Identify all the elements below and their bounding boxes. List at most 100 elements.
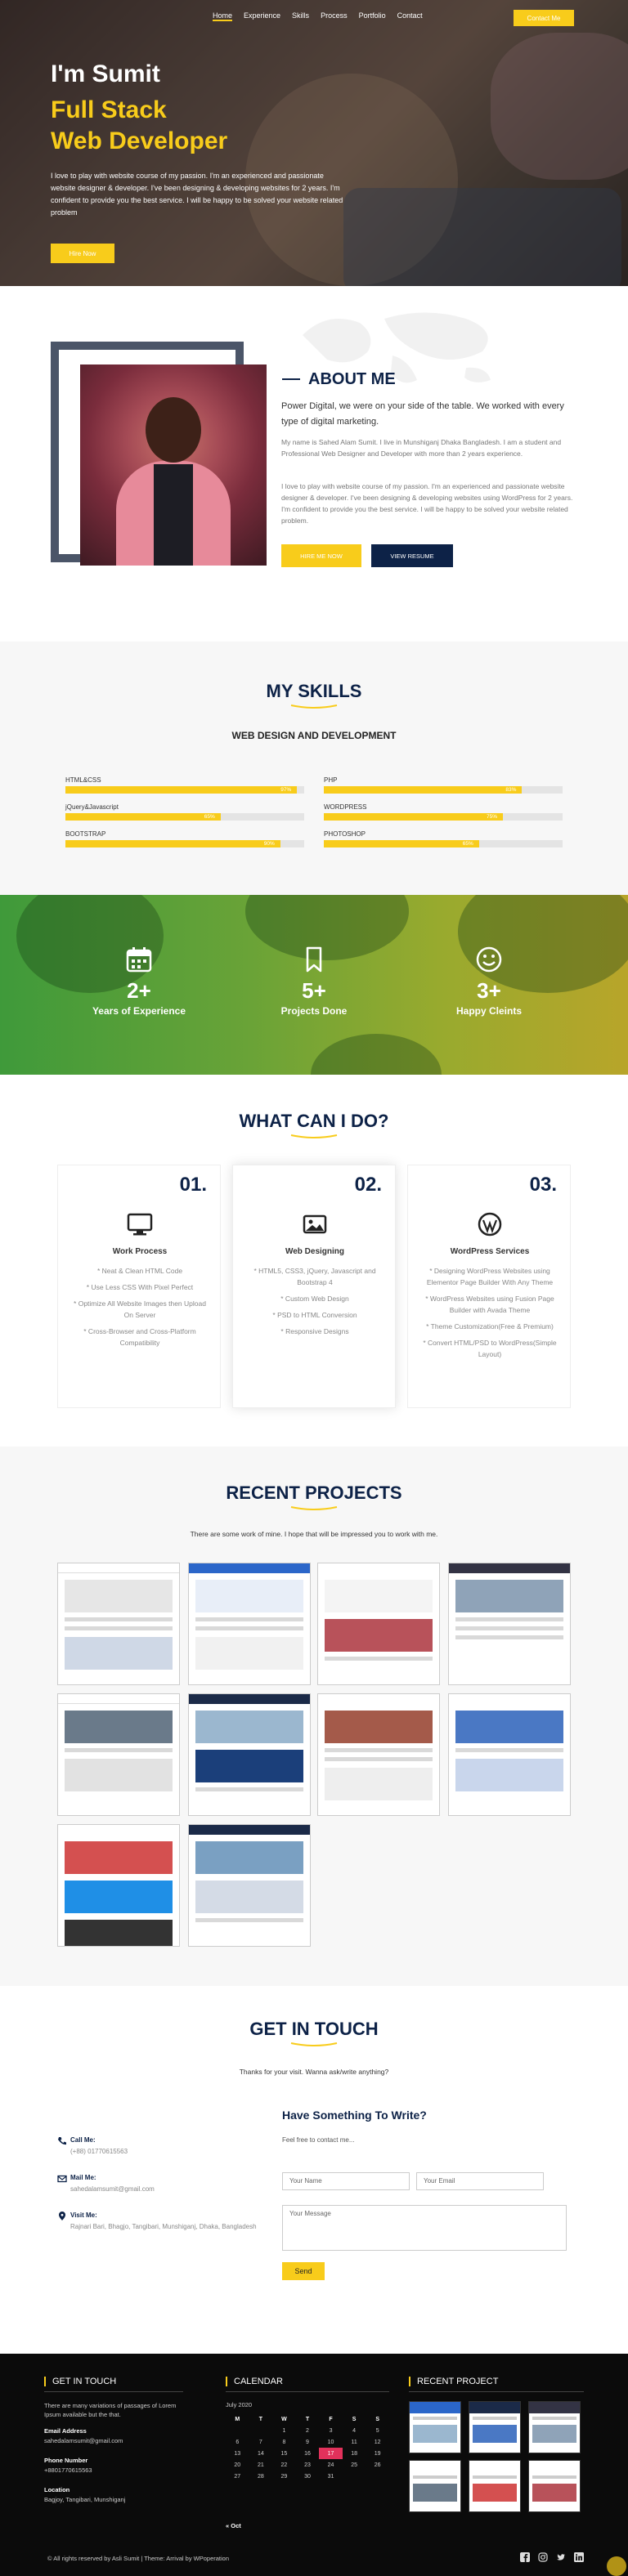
calendar-day: 4 bbox=[352, 2427, 357, 2434]
skill-fill bbox=[324, 786, 523, 794]
contact-me-button[interactable]: Contact Me bbox=[514, 10, 574, 26]
footer-email-value[interactable]: sahedalamsumit@gmail.com bbox=[44, 2436, 123, 2445]
facebook-icon[interactable] bbox=[520, 2552, 530, 2562]
skill-name: jQuery&Javascript bbox=[65, 803, 119, 811]
form-title: Have Something To Write? bbox=[282, 2109, 427, 2122]
project-thumbnail[interactable] bbox=[57, 1824, 180, 1947]
calendar-day bbox=[226, 2425, 249, 2436]
nav-process[interactable]: Process bbox=[321, 11, 348, 21]
calendar-day: 20 bbox=[234, 2462, 241, 2468]
project-thumbnail[interactable] bbox=[188, 1563, 311, 1685]
nav-home[interactable]: Home bbox=[213, 11, 233, 21]
title-line bbox=[282, 378, 300, 380]
card-number: 03. bbox=[529, 1174, 557, 1196]
social-links bbox=[520, 2552, 584, 2562]
hire-now-button[interactable]: Hire Now bbox=[51, 244, 114, 263]
twitter-icon[interactable] bbox=[556, 2552, 566, 2562]
footer-calendar-title: CALENDAR bbox=[226, 2377, 283, 2386]
project-thumbnail[interactable] bbox=[448, 1563, 571, 1685]
calendar-day: 22 bbox=[280, 2462, 288, 2468]
footer-project-thumbnail[interactable] bbox=[469, 2460, 521, 2512]
mail-value[interactable]: sahedalamsumit@gmail.com bbox=[70, 2185, 258, 2194]
skill-percent: 83% bbox=[505, 787, 517, 793]
footer-phone-value[interactable]: +8801770615563 bbox=[44, 2466, 92, 2475]
stat-clients: 3+ Happy Cleints bbox=[424, 946, 554, 1017]
title-underline bbox=[290, 1134, 338, 1138]
calendar-day-header: W bbox=[281, 2416, 287, 2422]
services-section: WHAT CAN I DO? 01. Work Process * Neat &… bbox=[0, 1075, 628, 1447]
message-textarea[interactable]: Your Message bbox=[282, 2205, 567, 2251]
skill-track: 65% bbox=[324, 840, 563, 847]
skill-fill bbox=[324, 813, 503, 821]
name-input[interactable]: Your Name bbox=[282, 2172, 410, 2190]
calendar-day: 3 bbox=[329, 2427, 333, 2434]
card-list-item: * Designing WordPress Websites using Ele… bbox=[426, 1267, 554, 1286]
nav-skills[interactable]: Skills bbox=[292, 11, 309, 21]
calendar-icon bbox=[126, 947, 152, 973]
email-input[interactable]: Your Email bbox=[416, 2172, 544, 2190]
footer-project-thumbnail[interactable] bbox=[409, 2460, 461, 2512]
calendar-prev-link[interactable]: « Oct bbox=[226, 2522, 241, 2529]
hire-me-now-button[interactable]: HIRE ME NOW bbox=[281, 544, 361, 567]
footer-project-thumbnail[interactable] bbox=[528, 2401, 581, 2453]
footer-project-thumbnail[interactable] bbox=[469, 2401, 521, 2453]
skill-fill bbox=[65, 840, 280, 847]
stats-section: 2+ Years of Experience 5+ Projects Done … bbox=[0, 895, 628, 1075]
nav-portfolio[interactable]: Portfolio bbox=[359, 11, 386, 21]
calendar-day: 2 bbox=[306, 2427, 309, 2434]
skill-name: HTML&CSS bbox=[65, 776, 101, 784]
calendar-day: 24 bbox=[327, 2462, 334, 2468]
skills-title: MY SKILLS bbox=[266, 681, 362, 701]
card-list-item: * Theme Customization(Free & Premium) bbox=[426, 1322, 554, 1330]
calendar-day: 14 bbox=[257, 2450, 264, 2457]
calendar-day: 7 bbox=[258, 2439, 262, 2445]
project-thumbnail[interactable] bbox=[317, 1563, 440, 1685]
calendar-day: 28 bbox=[257, 2473, 264, 2480]
skills-subtitle: WEB DESIGN AND DEVELOPMENT bbox=[231, 730, 397, 741]
footer-divider bbox=[409, 2391, 584, 2392]
project-thumbnail[interactable] bbox=[188, 1693, 311, 1816]
card-number: 02. bbox=[354, 1174, 382, 1196]
footer: GET IN TOUCH There are many variations o… bbox=[0, 2354, 628, 2576]
calendar-day: 31 bbox=[327, 2473, 334, 2480]
footer-email-label: Email Address bbox=[44, 2427, 87, 2435]
view-resume-button[interactable]: VIEW RESUME bbox=[371, 544, 453, 567]
nav-contact[interactable]: Contact bbox=[397, 11, 423, 21]
card-title: WordPress Services bbox=[450, 1247, 530, 1256]
stat-number: 5+ bbox=[302, 978, 326, 1003]
hero-title-line1: Full Stack bbox=[51, 96, 167, 123]
project-thumbnail[interactable] bbox=[317, 1693, 440, 1816]
calendar-day bbox=[343, 2471, 366, 2482]
instagram-icon[interactable] bbox=[538, 2552, 548, 2562]
calendar-day: 9 bbox=[306, 2439, 309, 2445]
contact-title: GET IN TOUCH bbox=[249, 2019, 379, 2039]
linkedin-icon[interactable] bbox=[574, 2552, 584, 2562]
project-thumbnail[interactable] bbox=[188, 1824, 311, 1947]
skill-percent: 90% bbox=[263, 841, 275, 847]
calendar-day-header: T bbox=[305, 2416, 310, 2422]
form-subtitle: Feel free to contact me... bbox=[282, 2136, 355, 2144]
project-thumbnail[interactable] bbox=[448, 1693, 571, 1816]
stat-label: Happy Cleints bbox=[455, 1005, 522, 1017]
skill-track: 90% bbox=[65, 840, 304, 847]
skill-name: PHOTOSHOP bbox=[324, 830, 366, 838]
footer-project-thumbnail[interactable] bbox=[528, 2460, 581, 2512]
nav-experience[interactable]: Experience bbox=[244, 11, 280, 21]
calendar-day: 8 bbox=[282, 2439, 286, 2445]
call-value[interactable]: (+88) 01770615563 bbox=[70, 2147, 258, 2157]
scroll-to-top-button[interactable] bbox=[607, 2556, 626, 2576]
send-button[interactable]: Send bbox=[282, 2262, 325, 2280]
footer-phone-label: Phone Number bbox=[44, 2457, 88, 2464]
footer-divider bbox=[44, 2391, 183, 2392]
mail-label: Mail Me: bbox=[70, 2174, 96, 2181]
calendar-day: 16 bbox=[304, 2450, 311, 2457]
title-underline bbox=[290, 704, 338, 709]
project-thumbnail[interactable] bbox=[57, 1693, 180, 1816]
project-thumbnail[interactable] bbox=[57, 1563, 180, 1685]
card-list: * Neat & Clean HTML Code * Use Less CSS … bbox=[73, 1265, 207, 1353]
card-title: Web Designing bbox=[285, 1247, 345, 1256]
footer-project-thumbnail[interactable] bbox=[409, 2401, 461, 2453]
calendar-day bbox=[249, 2425, 273, 2436]
smiley-icon bbox=[476, 946, 502, 973]
stat-label: Years of Experience bbox=[92, 1005, 186, 1017]
